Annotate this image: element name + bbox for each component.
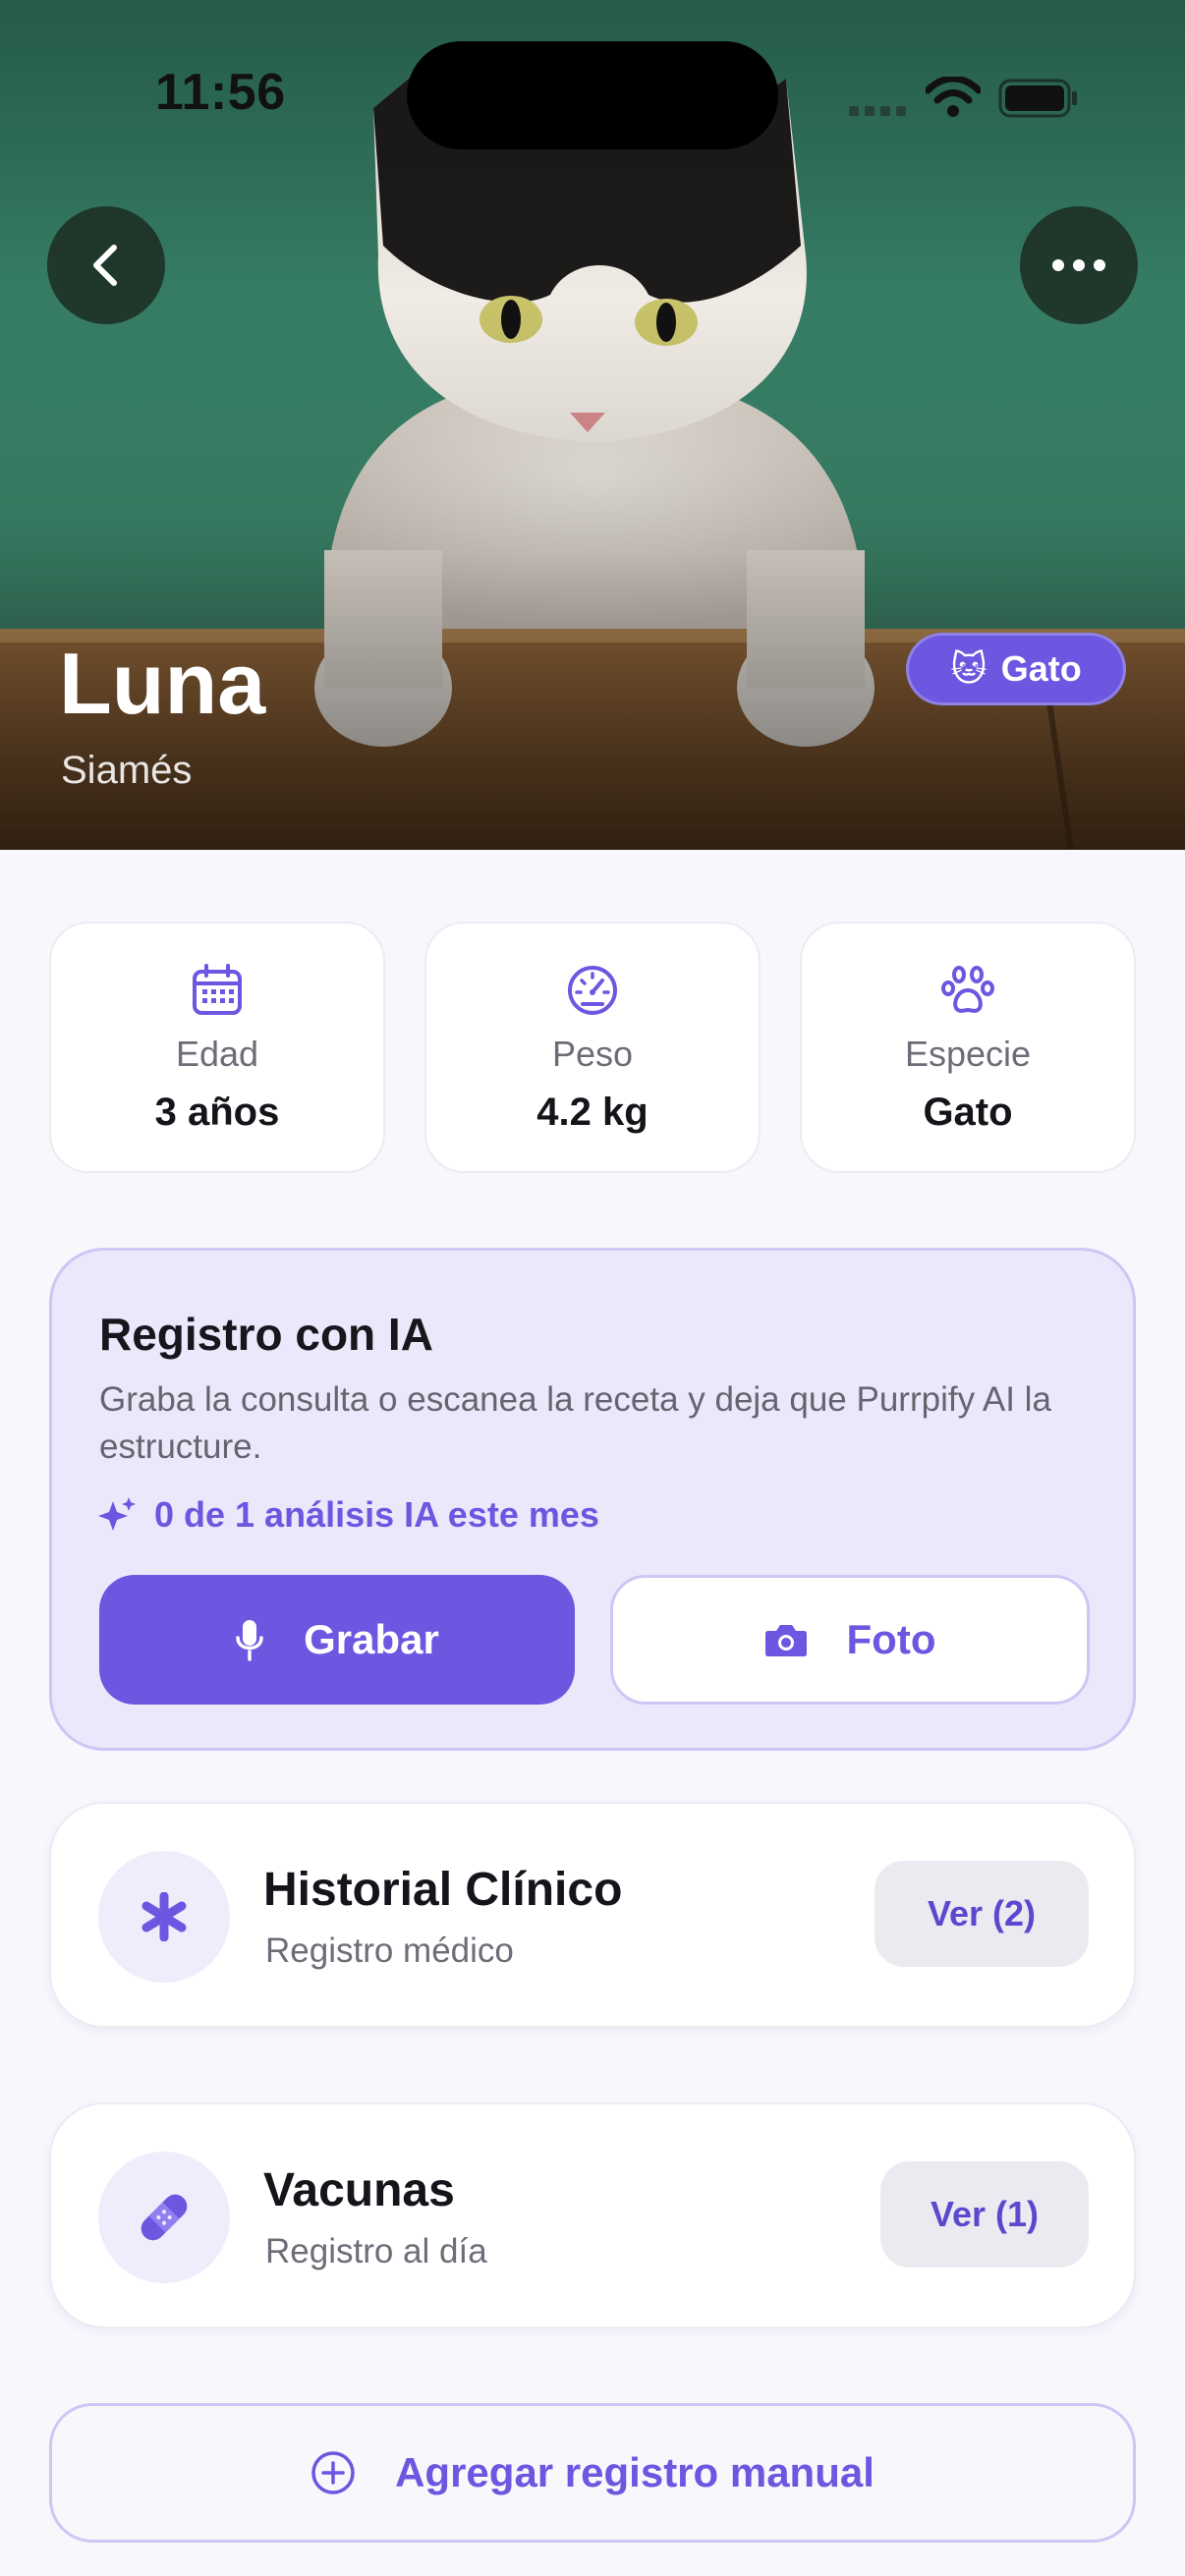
vaccines-icon-badge [98, 2152, 230, 2283]
stat-card-species: Especie Gato [800, 922, 1136, 1173]
status-time: 11:56 [155, 64, 286, 121]
pet-name: Luna [59, 635, 266, 732]
stat-value: 3 años [154, 1091, 280, 1134]
photo-button[interactable]: Foto [610, 1575, 1090, 1705]
ai-card-description: Graba la consulta o escanea la receta y … [99, 1380, 1051, 1466]
microphone-icon [236, 1620, 263, 1661]
bandage-icon [141, 2194, 188, 2241]
camera-icon [764, 1625, 807, 1656]
more-options-button[interactable] [1020, 206, 1138, 324]
clinical-history-subtitle: Registro médico [265, 1932, 514, 1970]
paw-icon [941, 966, 994, 1013]
view-clinical-history-button[interactable]: Ver (2) [875, 1861, 1089, 1967]
stat-value: 4.2 kg [536, 1091, 649, 1134]
record-button-label: Grabar [304, 1616, 439, 1662]
stat-label: Edad [175, 1034, 259, 1074]
vaccines-subtitle: Registro al día [265, 2232, 487, 2270]
add-manual-record-label: Agregar registro manual [395, 2449, 875, 2495]
clinical-icon-badge [98, 1851, 230, 1983]
hero-header: 11:56 Luna Siamés 🐱 Gato [0, 0, 1185, 850]
stat-card-weight: Peso 4.2 kg [424, 922, 761, 1173]
pet-breed: Siamés [61, 749, 193, 792]
view-vaccines-button[interactable]: Ver (1) [880, 2161, 1089, 2268]
record-button[interactable]: Grabar [99, 1575, 575, 1705]
speedometer-icon [568, 966, 617, 1015]
cat-emoji-icon: 🐱 [950, 648, 988, 689]
plus-circle-icon [311, 2451, 355, 2494]
stat-card-age: Edad 3 años [49, 922, 385, 1173]
chevron-left-icon [93, 245, 117, 286]
ai-record-card: Registro con IA Graba la consulta o esca… [49, 1248, 1136, 1751]
ellipsis-icon [1052, 259, 1105, 271]
ai-card-title: Registro con IA [99, 1309, 433, 1360]
dynamic-island [407, 41, 778, 149]
ai-quota-text: 0 de 1 análisis IA este mes [154, 1494, 599, 1535]
add-manual-record-button[interactable]: Agregar registro manual [49, 2403, 1136, 2543]
ai-quota: 0 de 1 análisis IA este mes [97, 1494, 599, 1536]
species-badge-label: Gato [1000, 648, 1082, 689]
wifi-icon [926, 77, 981, 117]
photo-button-label: Foto [846, 1616, 936, 1662]
pet-profile-screen: 11:56 Luna Siamés 🐱 Gato Edad 3 años Pes… [0, 0, 1185, 2576]
asterisk-icon [141, 1892, 187, 1941]
sparkles-icon [98, 1497, 136, 1531]
stat-label: Especie [904, 1034, 1032, 1074]
vaccines-card[interactable]: Vacunas Registro al día Ver (1) [49, 2102, 1136, 2328]
battery-icon [998, 79, 1077, 118]
stat-value: Gato [923, 1091, 1013, 1134]
stat-label: Peso [551, 1034, 634, 1074]
clinical-history-title: Historial Clínico [263, 1864, 623, 1916]
back-button[interactable] [47, 206, 165, 324]
clinical-history-card[interactable]: Historial Clínico Registro médico Ver (2… [49, 1802, 1136, 2028]
cellular-signal-icon [849, 106, 906, 116]
vaccines-title: Vacunas [263, 2164, 455, 2216]
calendar-icon [193, 964, 242, 1015]
species-badge: 🐱 Gato [906, 633, 1126, 705]
